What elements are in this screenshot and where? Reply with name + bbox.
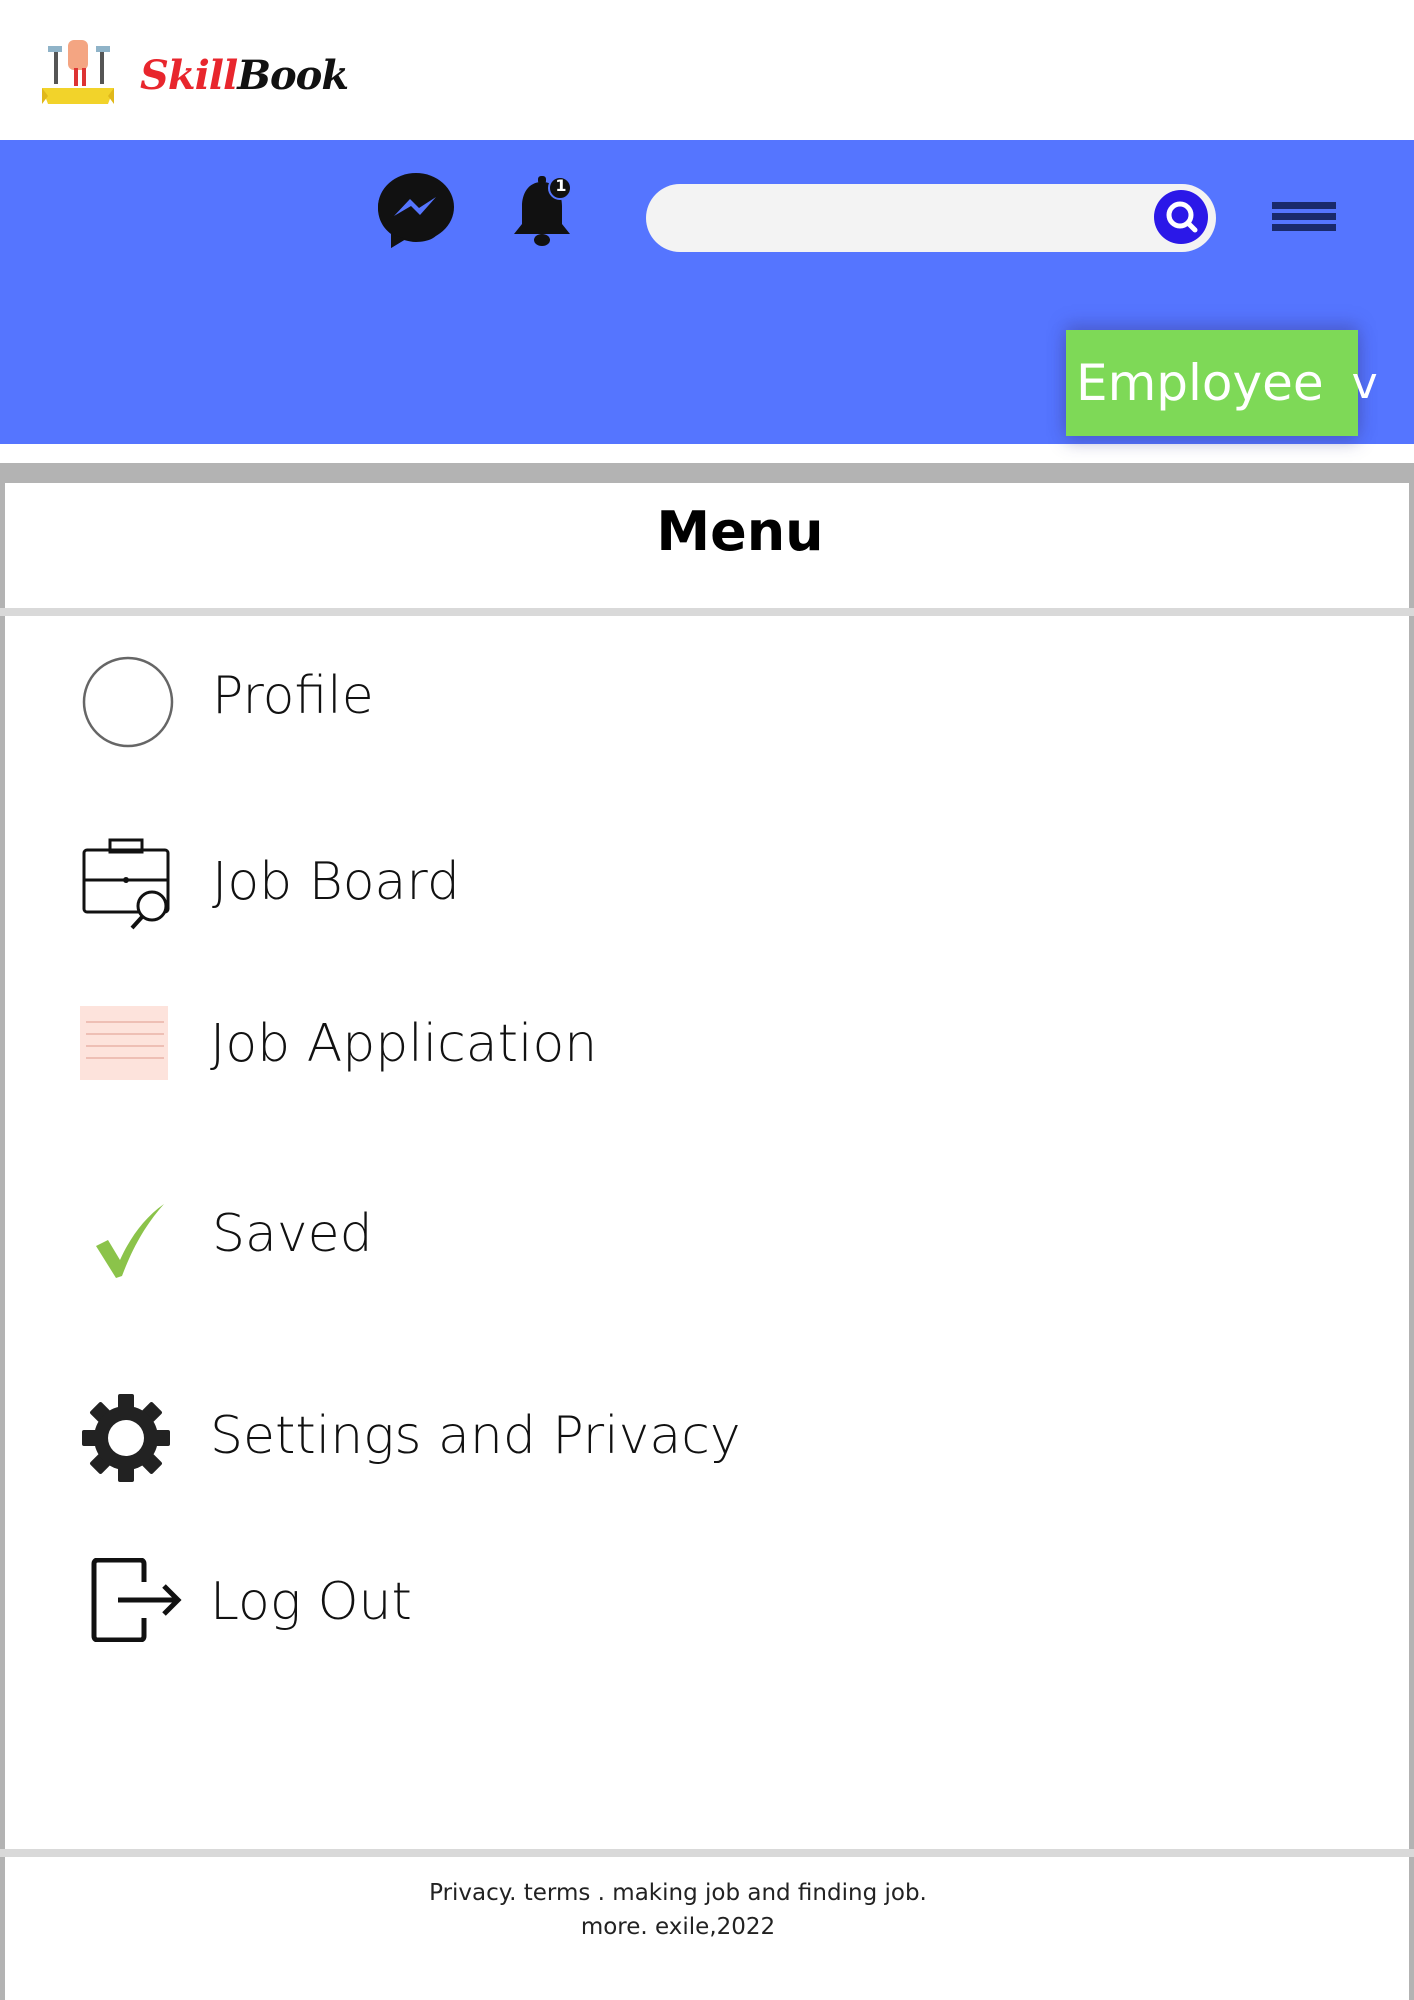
- role-selector-button[interactable]: Employee v: [1066, 330, 1378, 436]
- briefcase-search-icon: [82, 838, 170, 930]
- menu-item-label: Log Out: [210, 1572, 412, 1632]
- menu-item-label: Job Board: [212, 852, 460, 912]
- brand-name-part1: Skill: [140, 52, 238, 99]
- menu-item-saved[interactable]: Saved: [80, 1186, 780, 1296]
- messenger-icon[interactable]: [376, 170, 456, 250]
- notification-bell[interactable]: 1: [510, 174, 574, 250]
- role-label: Employee: [1076, 354, 1324, 412]
- profile-circle-icon: [82, 656, 174, 748]
- footer: Privacy. terms . making job and finding …: [0, 1876, 1356, 1944]
- brand-logo-text[interactable]: SkillBook: [140, 52, 349, 99]
- hamburger-menu-icon[interactable]: [1272, 200, 1336, 234]
- footer-copyright-line: more. exile,2022: [580, 1914, 776, 1940]
- footer-divider: [0, 1849, 1414, 1857]
- menu-item-logout[interactable]: Log Out: [80, 1552, 780, 1662]
- logo-icon: [42, 40, 114, 104]
- menu-item-profile[interactable]: Profile: [80, 650, 780, 760]
- panel-top-divider: [0, 463, 1414, 483]
- chevron-down-icon: v: [1351, 357, 1378, 409]
- footer-links-line[interactable]: Privacy. terms . making job and finding …: [0, 1876, 1356, 1910]
- menu-item-label: Profile: [212, 666, 374, 726]
- notification-count: 1: [555, 176, 567, 195]
- menu-title: Menu: [656, 500, 824, 563]
- menu-item-label: Saved: [212, 1204, 373, 1264]
- title-divider: [0, 608, 1414, 616]
- note-paper-icon: [80, 1006, 168, 1080]
- menu-item-label: Job Application: [210, 1014, 598, 1074]
- menu-item-settings[interactable]: Settings and Privacy: [80, 1388, 880, 1498]
- search-input[interactable]: [646, 184, 1216, 252]
- menu-item-job-application[interactable]: Job Application: [78, 994, 778, 1104]
- gear-icon: [82, 1394, 170, 1482]
- menu-item-job-board[interactable]: Job Board: [80, 836, 780, 946]
- logout-icon: [91, 1558, 182, 1642]
- menu-item-label: Settings and Privacy: [210, 1406, 741, 1466]
- brand-name-part2: Book: [237, 52, 349, 99]
- checkmark-icon: [96, 1204, 164, 1278]
- search-icon: [1166, 201, 1198, 233]
- search-button[interactable]: [1154, 190, 1208, 244]
